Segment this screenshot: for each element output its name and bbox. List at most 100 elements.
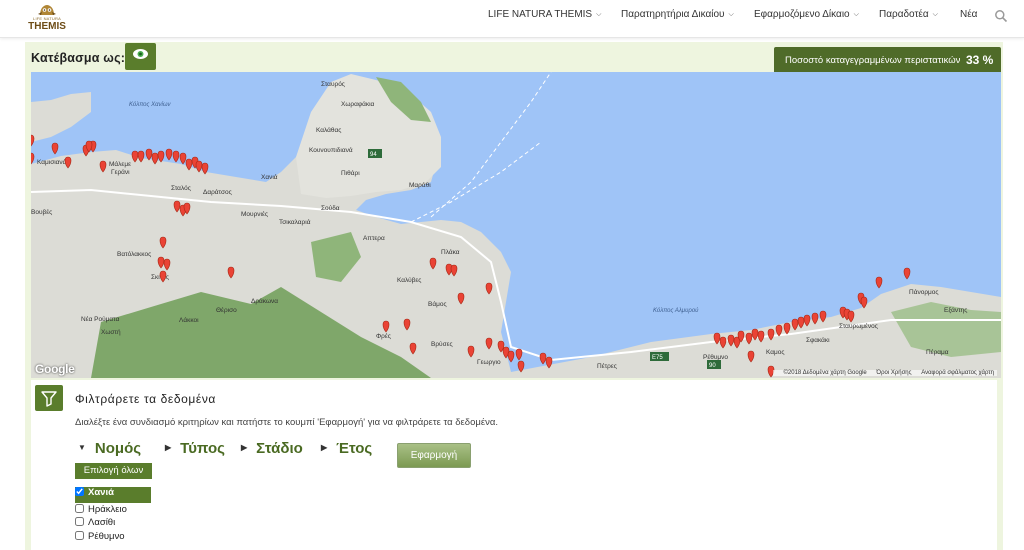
nav-applicable-law[interactable]: Εφαρμοζόμενο Δίκαιο ⌵ (754, 0, 859, 30)
road-number: E75 (652, 355, 663, 361)
criterion-year[interactable]: ▶ Έτος (321, 440, 372, 458)
map-place-label: Χωραφάκια (341, 100, 375, 108)
map-report-link[interactable]: Αναφορά σφάλματος χάρτη (921, 370, 994, 376)
caret-right-icon: ▶ (241, 443, 248, 452)
nav-label: Παραδοτέα (879, 9, 929, 20)
incident-marker-icon[interactable] (31, 134, 35, 147)
option-label: Λασίθι (88, 517, 116, 528)
incident-marker-icon[interactable] (157, 150, 165, 163)
land-north-cape (31, 92, 91, 142)
incident-marker-icon[interactable] (145, 148, 153, 161)
option-rethymno[interactable]: Ρέθυμνο (75, 531, 151, 545)
option-heraklion[interactable]: Ηράκλειο (75, 504, 151, 518)
map-place-label: Σταυρός (321, 80, 345, 88)
map-place-label: Γεωργιο (477, 359, 501, 366)
google-logo: Google (35, 362, 75, 376)
map-place-label: Χωστή (101, 329, 121, 336)
incident-marker-icon[interactable] (507, 350, 515, 363)
option-lasithi[interactable]: Λασίθι (75, 517, 151, 531)
recorded-incidents-badge: Ποσοστό καταγεγραμμένων περιστατικών 33 … (774, 47, 1001, 74)
map-place-label: Βατόλακκος (117, 250, 151, 258)
map-place-label: Κουνουπιδιανά (309, 146, 353, 154)
chevron-down-icon: ⌵ (853, 11, 859, 18)
option-chania[interactable]: Χανιά (75, 487, 151, 503)
map-place-label: Καμισιανά (37, 158, 67, 166)
option-checkbox[interactable] (75, 487, 84, 496)
incident-marker-icon[interactable] (539, 352, 547, 365)
filter-title: Φιλτράρετε τα δεδομένα (75, 392, 216, 406)
chevron-down-icon: ⌵ (932, 11, 938, 18)
incident-marker-icon[interactable] (875, 276, 883, 289)
incident-marker-icon[interactable] (903, 267, 911, 280)
filter-description: Διαλέξτε ένα συνδιασμό κριτηρίων και πατ… (75, 417, 498, 428)
nav-deliverables[interactable]: Παραδοτέα ⌵ (879, 0, 938, 30)
map-place-label: Τσικαλαριά (279, 218, 311, 226)
criterion-stage[interactable]: ▶ Στάδιο (241, 440, 303, 458)
map-place-label: Βρύσες (431, 340, 453, 348)
map-place-label: Λάκκοι (179, 316, 199, 324)
road-ferry-route (430, 72, 552, 218)
map-place-label: Πέραμα (926, 348, 949, 356)
incident-marker-icon[interactable] (31, 152, 35, 165)
map-place-label: Ρέθυμνο (703, 353, 728, 361)
chevron-down-icon: ⌵ (728, 11, 734, 18)
map-place-label: Σταυρωμένος (839, 322, 878, 330)
map-place-label: Πλάκα (441, 248, 460, 256)
map-place-label: Μουρνιές (241, 210, 268, 218)
caret-right-icon: ▶ (165, 443, 172, 452)
criterion-label: Νομός (94, 440, 142, 457)
map-place-label: Μαράθι (409, 181, 431, 189)
map-place-label: Καμος (766, 349, 785, 356)
select-all-button[interactable]: Επιλογή όλων (75, 463, 152, 479)
incident-marker-icon[interactable] (172, 150, 180, 163)
download-button[interactable] (125, 43, 156, 70)
map-place-label: Απτερα (363, 235, 385, 242)
incident-marker-icon[interactable] (165, 148, 173, 161)
criterion-label: Έτος (336, 440, 373, 457)
recorded-incidents-value: 33 % (966, 53, 994, 67)
nav-label: LIFE NATURA THEMIS (488, 9, 593, 20)
map-place-label: Πέτρες (597, 362, 617, 370)
option-label: Χανιά (88, 487, 114, 498)
option-checkbox[interactable] (75, 517, 84, 526)
nav-life-natura-themis[interactable]: LIFE NATURA THEMIS ⌵ (488, 0, 601, 30)
download-label: Κατέβασμα ως: (31, 51, 126, 65)
google-logo-text: Google (35, 362, 75, 376)
apply-button[interactable]: Εφαρμογή (397, 443, 471, 468)
site-logo[interactable]: LIFE NATURA THEMIS (26, 4, 68, 34)
option-checkbox[interactable] (75, 504, 84, 513)
incident-marker-icon[interactable] (179, 152, 187, 165)
caret-right-icon: ▶ (321, 443, 328, 452)
criterion-prefecture[interactable]: ▼ Νομός (78, 440, 141, 458)
nav-label: Εφαρμοζόμενο Δίκαιο (754, 9, 850, 20)
incident-marker-icon[interactable] (51, 142, 59, 155)
funnel-icon (41, 391, 57, 407)
criterion-type[interactable]: ▶ Τύπος (165, 440, 225, 458)
option-checkbox[interactable] (75, 531, 84, 540)
eye-icon (133, 49, 148, 59)
map-attribution[interactable]: ©2018 Δεδομένα χάρτη Google Όροι Χρήσης … (772, 370, 997, 376)
map-sea-label: Κόλπος Χανίων (129, 101, 171, 108)
map-place-label: Γεράνι (111, 168, 130, 176)
search-icon[interactable] (994, 9, 1008, 23)
map-terms-link[interactable]: Όροι Χρήσης (876, 370, 911, 376)
criterion-label: Τύπος (180, 440, 225, 457)
owl-logo-icon (38, 5, 56, 15)
option-label: Ρέθυμνο (88, 531, 125, 542)
map-place-label: Δαράτσος (203, 188, 232, 196)
nav-label: Παρατηρητήρια Δικαίου (621, 9, 725, 20)
map-data-credit: ©2018 Δεδομένα χάρτη Google (783, 370, 867, 376)
recorded-incidents-label: Ποσοστό καταγεγραμμένων περιστατικών (785, 55, 961, 66)
incident-marker-icon[interactable] (515, 348, 523, 361)
map-sea-label: Κόλπος Αλμυρού (653, 307, 699, 314)
map-place-label: Καλάθας (316, 126, 341, 134)
map-canvas[interactable]: Σταυρός Χωραφάκια Καλάθας Κουνουπιδιανά Πιθά… (31, 72, 1001, 378)
map-place-label: Μάλεμε (109, 160, 131, 168)
nav-label: Νέα (960, 9, 978, 20)
nav-news[interactable]: Νέα (960, 0, 977, 30)
map-place-label: Σφακάκι (806, 336, 830, 344)
map-place-label: Βουβές (31, 208, 52, 216)
nav-law-observatories[interactable]: Παρατηρητήρια Δικαίου ⌵ (621, 0, 734, 30)
incidents-map[interactable]: Σταυρός Χωραφάκια Καλάθας Κουνουπιδιανά Πιθά… (31, 72, 1001, 378)
map-place-label: Σταλός (171, 184, 191, 192)
